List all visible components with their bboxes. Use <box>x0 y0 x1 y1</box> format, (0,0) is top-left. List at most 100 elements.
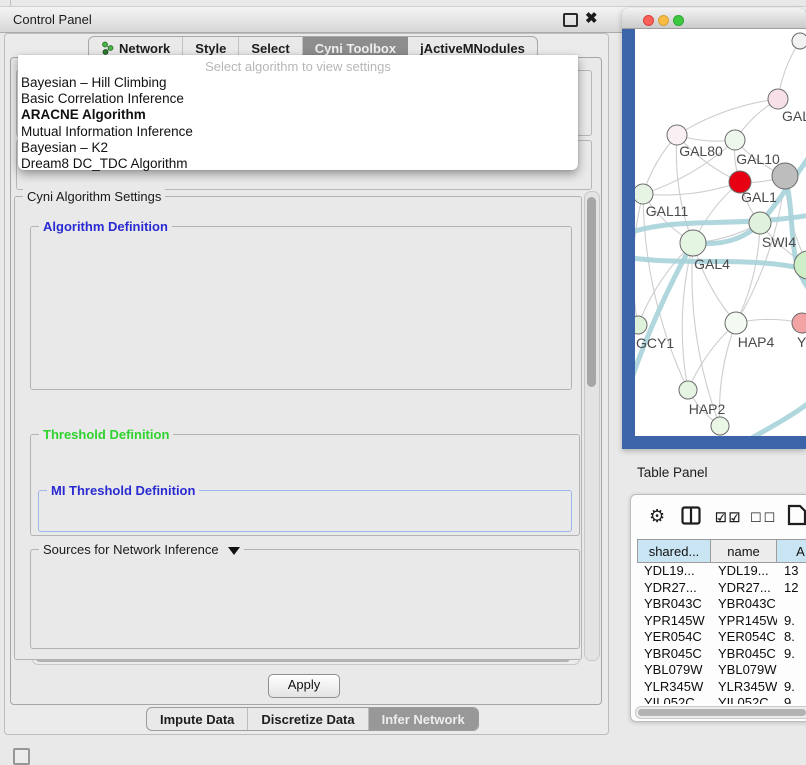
table-cell: YPR145W <box>637 613 711 630</box>
table-cell: YLR345W <box>637 679 711 696</box>
algorithm-dropdown-popup: Select algorithm to view settings Bayesi… <box>18 55 578 170</box>
table-cell: YDR27... <box>711 580 777 597</box>
dropdown-item[interactable]: Dream8 DC_TDC Algorithm <box>18 156 578 172</box>
network-node[interactable] <box>635 184 653 204</box>
mi-threshold-title: MI Threshold Definition <box>47 483 199 498</box>
table-row[interactable]: YDL19...YDL19...13 <box>637 563 806 580</box>
network-graph: GALGAL80GAL10GAL1GAL11SWI4GAL4GCY1HAP4YH… <box>635 29 806 436</box>
close-icon[interactable]: ✖ <box>585 9 598 27</box>
table-cell <box>777 596 806 613</box>
node-label: HAP2 <box>689 401 726 417</box>
network-node[interactable] <box>667 125 687 145</box>
network-window-titlebar <box>622 8 806 29</box>
table-cell: 9. <box>777 613 806 630</box>
dropdown-placeholder: Select algorithm to view settings <box>18 58 578 75</box>
zoom-traffic-icon[interactable] <box>673 15 684 26</box>
table-cell: 9 <box>777 695 806 704</box>
node-label: GAL10 <box>736 151 780 167</box>
table-row[interactable]: YDR27...YDR27...12 <box>637 580 806 597</box>
sources-title[interactable]: Sources for Network Inference <box>39 542 244 557</box>
network-edge[interactable] <box>682 243 693 390</box>
column-header[interactable]: shared... <box>637 539 711 563</box>
column-header[interactable]: name <box>711 539 777 563</box>
dropdown-item[interactable]: Mutual Information Inference <box>18 124 578 140</box>
table-row[interactable]: YIL052CYIL052C9 <box>637 695 806 704</box>
table-row[interactable]: YBR045CYBR045C9. <box>637 646 806 663</box>
network-node[interactable] <box>725 312 747 334</box>
splitter-tick <box>10 0 11 6</box>
bottom-tabs: Impute DataDiscretize DataInfer Network <box>146 707 479 731</box>
dropdown-item[interactable]: Bayesian – Hill Climbing <box>18 75 578 91</box>
node-label: GAL4 <box>694 256 730 272</box>
network-node[interactable] <box>680 230 706 256</box>
float-window-icon[interactable] <box>563 13 578 27</box>
table-row[interactable]: YBR043CYBR043C <box>637 596 806 613</box>
algorithm-definition-group: Algorithm Definition <box>30 226 572 390</box>
network-canvas[interactable]: GALGAL80GAL10GAL1GAL11SWI4GAL4GCY1HAP4YH… <box>635 29 806 436</box>
dropdown-item[interactable]: ARACNE Algorithm <box>18 107 578 123</box>
network-node[interactable] <box>725 130 745 150</box>
network-edge[interactable] <box>677 99 778 135</box>
settings-vscrollbar[interactable] <box>584 191 600 661</box>
table-row[interactable]: YPR145WYPR145W9. <box>637 613 806 630</box>
select-all-icon[interactable]: ☑☑ <box>715 510 742 526</box>
column-header[interactable]: A <box>777 539 806 563</box>
table-cell: 9. <box>777 679 806 696</box>
network-node[interactable] <box>711 417 729 435</box>
settings-group-title: Cyni Algorithm Settings <box>23 189 165 204</box>
table-cell: YBL079W <box>637 662 711 679</box>
table-cell <box>777 662 806 679</box>
table-body: YDL19...YDL19...13YDR27...YDR27...12YBR0… <box>637 563 806 704</box>
network-node[interactable] <box>792 313 806 333</box>
dropdown-item[interactable]: Bayesian – K2 <box>18 140 578 156</box>
node-label: GAL1 <box>741 189 777 205</box>
network-node[interactable] <box>749 212 771 234</box>
table-cell: YPR145W <box>711 613 777 630</box>
node-label: GCY1 <box>636 335 674 351</box>
table-cell: YLR345W <box>711 679 777 696</box>
table-row[interactable]: YBL079WYBL079W <box>637 662 806 679</box>
deselect-all-icon[interactable]: ☐☐ <box>750 510 777 526</box>
network-edge[interactable] <box>688 323 736 390</box>
table-cell: YBR045C <box>637 646 711 663</box>
tab-infer-network[interactable]: Infer Network <box>369 708 478 730</box>
table-row[interactable]: YER054CYER054C8. <box>637 629 806 646</box>
network-node[interactable] <box>635 316 647 334</box>
table-cell: 12 <box>777 580 806 597</box>
node-label: GAL80 <box>679 143 723 159</box>
mi-threshold-group: MI Threshold Definition <box>38 490 572 532</box>
network-view-window[interactable]: GALGAL80GAL10GAL1GAL11SWI4GAL4GCY1HAP4YH… <box>622 8 806 449</box>
table-cell: 9. <box>777 646 806 663</box>
apply-button[interactable]: Apply <box>268 674 340 698</box>
network-node[interactable] <box>792 33 806 49</box>
network-node[interactable] <box>768 89 788 109</box>
network-edge[interactable] <box>693 243 736 323</box>
dropdown-item[interactable]: Basic Correlation Inference <box>18 91 578 107</box>
table-row[interactable]: YLR345WYLR345W9. <box>637 679 806 696</box>
column-layout-icon[interactable] <box>681 506 701 525</box>
network-node[interactable] <box>679 381 697 399</box>
gear-icon[interactable]: ⚙ <box>649 506 665 527</box>
table-hscrollbar[interactable] <box>635 706 806 719</box>
table-header: shared...nameA <box>637 539 806 563</box>
table-cell: YDL19... <box>711 563 777 580</box>
table-cell: 13 <box>777 563 806 580</box>
algorithm-definition-title: Algorithm Definition <box>39 219 172 234</box>
table-cell: YIL052C <box>711 695 777 704</box>
minimize-traffic-icon[interactable] <box>658 15 669 26</box>
close-traffic-icon[interactable] <box>643 15 654 26</box>
table-cell: YBR043C <box>637 596 711 613</box>
new-table-icon[interactable] <box>787 504 806 526</box>
table-cell: YBR043C <box>711 596 777 613</box>
node-label: GAL11 <box>646 203 689 219</box>
tab-discretize-data[interactable]: Discretize Data <box>248 708 368 730</box>
threshold-definition-title: Threshold Definition <box>39 427 173 442</box>
table-panel-title: Table Panel <box>637 465 708 480</box>
minimized-panel-icon[interactable] <box>13 748 30 765</box>
network-edge-thick[interactable] <box>750 397 806 436</box>
table-cell: YDL19... <box>637 563 711 580</box>
collapse-down-icon <box>228 547 240 555</box>
table-cell: YER054C <box>711 629 777 646</box>
tab-impute-data[interactable]: Impute Data <box>147 708 248 730</box>
network-icon <box>101 41 114 55</box>
